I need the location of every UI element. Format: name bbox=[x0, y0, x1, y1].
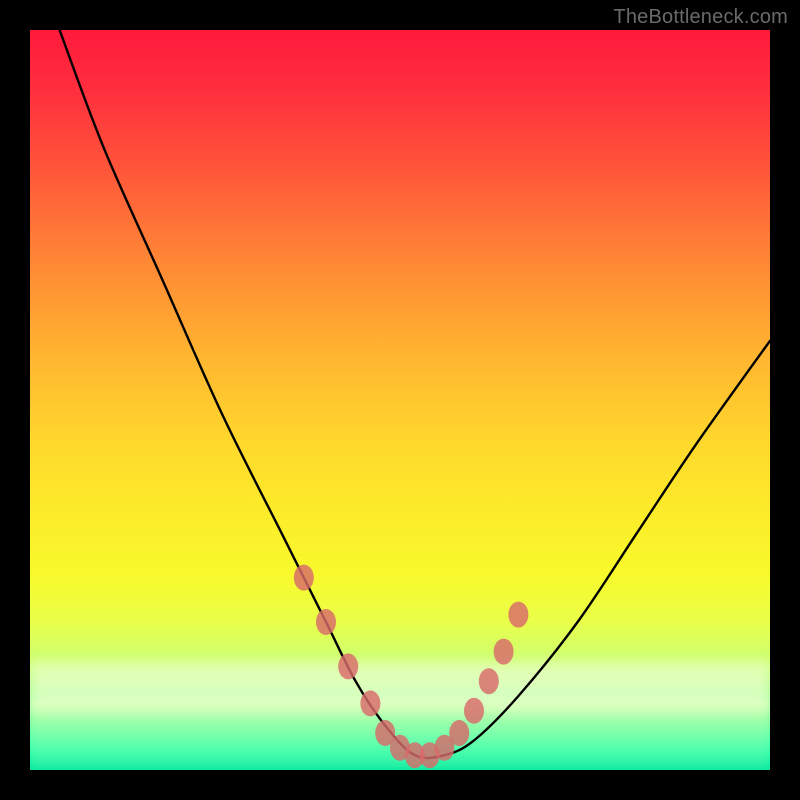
marker-dot bbox=[479, 668, 499, 694]
marker-dot bbox=[449, 720, 469, 746]
bottleneck-curve bbox=[30, 30, 770, 770]
plot-area bbox=[30, 30, 770, 770]
marker-dot bbox=[508, 602, 528, 628]
marker-dot bbox=[360, 690, 380, 716]
marker-dot bbox=[316, 609, 336, 635]
watermark-label: TheBottleneck.com bbox=[613, 6, 788, 29]
chart-frame: TheBottleneck.com bbox=[0, 0, 800, 800]
marker-dot bbox=[294, 565, 314, 591]
marker-dot bbox=[494, 639, 514, 665]
marker-dot bbox=[338, 653, 358, 679]
marker-dot bbox=[464, 698, 484, 724]
